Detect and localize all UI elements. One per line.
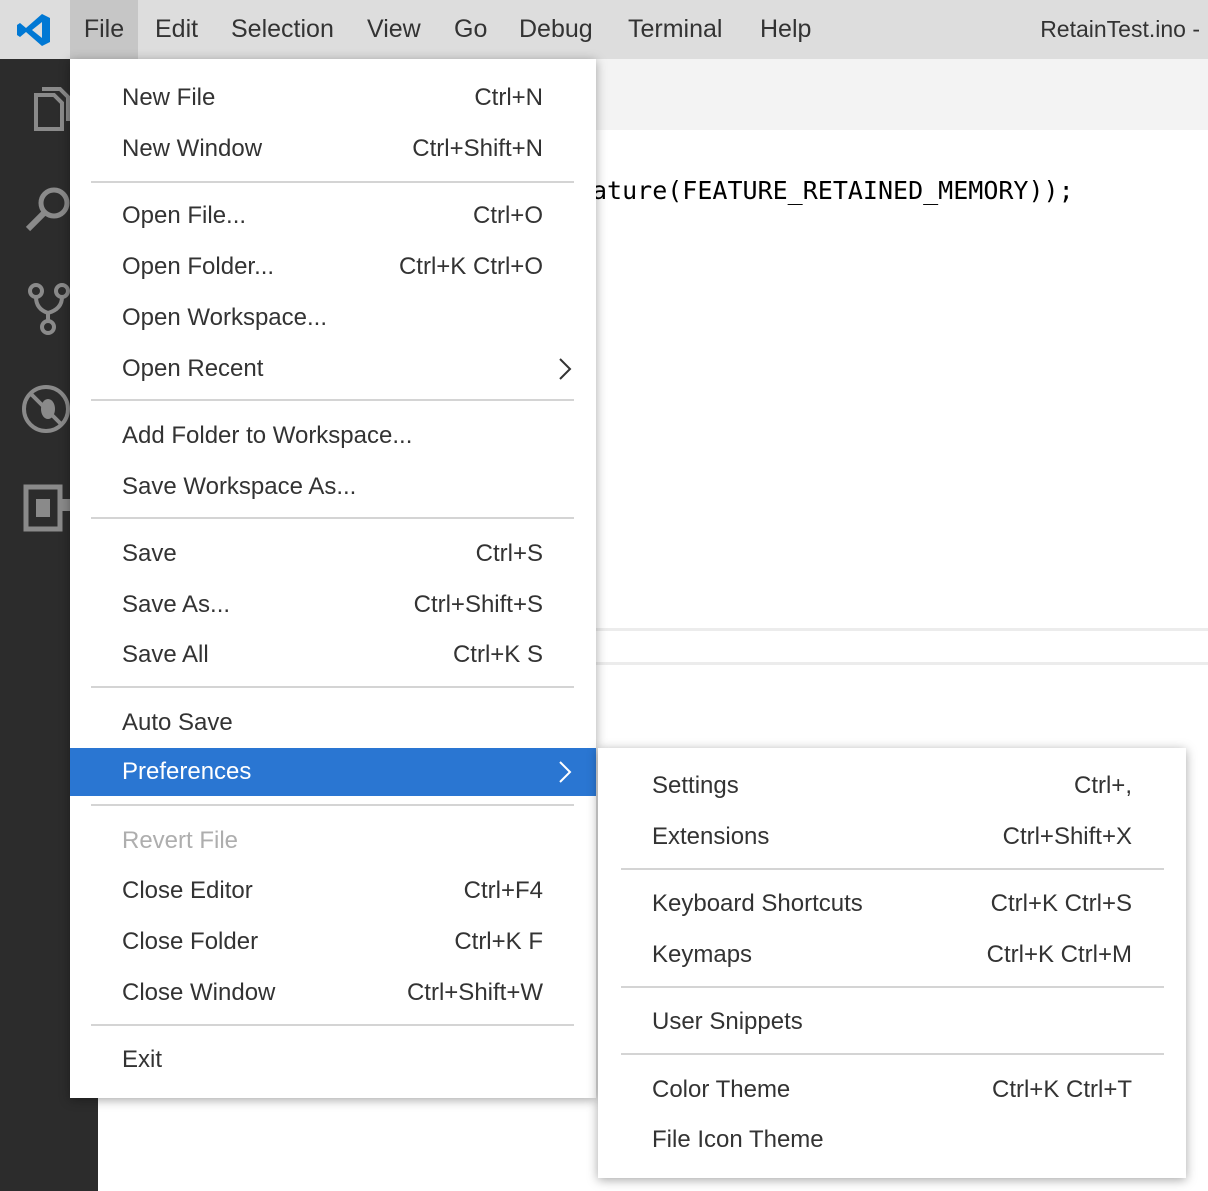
- menu-item-label: Auto Save: [122, 709, 233, 736]
- menu-item-shortcut: Ctrl+K Ctrl+S: [990, 890, 1132, 917]
- menu-debug[interactable]: Debug: [519, 0, 593, 59]
- menu-item-save-as[interactable]: Save As... Ctrl+Shift+S: [70, 580, 596, 630]
- menu-item-open-recent[interactable]: Open Recent: [70, 344, 596, 394]
- menu-item-label: New Window: [122, 135, 263, 162]
- menu-item-file-icon-theme[interactable]: File Icon Theme: [598, 1115, 1186, 1165]
- menu-item-open-workspace[interactable]: Open Workspace...: [70, 293, 596, 343]
- menu-separator: [91, 804, 574, 806]
- menu-item-label: Close Editor: [122, 877, 253, 904]
- menu-item-label: Save All: [122, 641, 209, 668]
- chevron-right-icon: [559, 358, 572, 380]
- menu-separator: [91, 399, 574, 401]
- menu-item-label: Revert File: [122, 827, 239, 854]
- preferences-submenu: Settings Ctrl+, Extensions Ctrl+Shift+X …: [598, 748, 1186, 1178]
- menu-item-shortcut: Ctrl+Shift+S: [413, 591, 543, 618]
- menu-item-new-window[interactable]: New Window Ctrl+Shift+N: [70, 124, 596, 174]
- menu-item-add-folder-to-workspace[interactable]: Add Folder to Workspace...: [70, 411, 596, 461]
- menu-separator: [91, 181, 574, 183]
- menu-item-shortcut: Ctrl+,: [1073, 772, 1132, 799]
- menu-item-shortcut: Ctrl+Shift+W: [406, 979, 543, 1006]
- menu-item-preferences[interactable]: Preferences: [70, 748, 596, 796]
- menu-item-label: Exit: [122, 1046, 163, 1073]
- menu-item-shortcut: Ctrl+K Ctrl+T: [991, 1076, 1132, 1103]
- panel-border: [596, 662, 1208, 665]
- menu-item-shortcut: Ctrl+K Ctrl+M: [986, 941, 1132, 968]
- menu-item-revert-file: Revert File: [70, 816, 596, 866]
- menu-item-label: User Snippets: [652, 1008, 803, 1035]
- menu-item-label: Add Folder to Workspace...: [122, 422, 413, 449]
- menu-item-label: Save: [122, 540, 177, 567]
- menu-item-color-theme[interactable]: Color Theme Ctrl+K Ctrl+T: [598, 1065, 1186, 1115]
- menu-item-label: Preferences: [122, 758, 252, 785]
- menu-item-user-snippets[interactable]: User Snippets: [598, 997, 1186, 1047]
- menu-item-label: New File: [122, 84, 216, 111]
- chevron-right-icon: [559, 761, 572, 783]
- menu-item-shortcut: Ctrl+S: [475, 540, 543, 567]
- menu-item-label: Save Workspace As...: [122, 473, 357, 500]
- code-line[interactable]: ature(FEATURE_RETAINED_MEMORY));: [592, 176, 1074, 205]
- menu-item-settings[interactable]: Settings Ctrl+,: [598, 761, 1186, 811]
- menu-item-save[interactable]: Save Ctrl+S: [70, 529, 596, 579]
- menu-separator: [621, 868, 1164, 870]
- menu-file[interactable]: File: [70, 0, 138, 59]
- menu-item-exit[interactable]: Exit: [70, 1035, 596, 1085]
- file-menu: New File Ctrl+N New Window Ctrl+Shift+N …: [70, 59, 596, 1098]
- menu-item-label: Extensions: [652, 823, 770, 850]
- menu-item-new-file[interactable]: New File Ctrl+N: [70, 73, 596, 123]
- menu-item-shortcut: Ctrl+K Ctrl+O: [398, 253, 543, 280]
- menu-help[interactable]: Help: [760, 0, 811, 59]
- menu-item-close-window[interactable]: Close Window Ctrl+Shift+W: [70, 968, 596, 1018]
- menu-item-shortcut: Ctrl+K S: [452, 641, 543, 668]
- window-title: RetainTest.ino -: [1040, 16, 1200, 42]
- menu-item-shortcut: Ctrl+F4: [463, 877, 543, 904]
- menu-item-keyboard-shortcuts[interactable]: Keyboard Shortcuts Ctrl+K Ctrl+S: [598, 879, 1186, 929]
- menu-item-save-workspace-as[interactable]: Save Workspace As...: [70, 462, 596, 512]
- menu-item-open-folder[interactable]: Open Folder... Ctrl+K Ctrl+O: [70, 242, 596, 292]
- menu-item-label: Keyboard Shortcuts: [652, 890, 863, 917]
- menu-edit[interactable]: Edit: [155, 0, 198, 59]
- menu-separator: [621, 1053, 1164, 1055]
- menu-item-label: Open File...: [122, 202, 247, 229]
- menu-item-shortcut: Ctrl+Shift+N: [412, 135, 543, 162]
- menu-item-label: Open Recent: [122, 355, 264, 382]
- menu-item-shortcut: Ctrl+Shift+X: [1002, 823, 1132, 850]
- menu-item-shortcut: Ctrl+O: [472, 202, 543, 229]
- menu-item-label: Close Window: [122, 979, 276, 1006]
- panel-divider: [596, 628, 1208, 631]
- menu-separator: [91, 1024, 574, 1026]
- menu-item-label: Open Folder...: [122, 253, 275, 280]
- menu-go[interactable]: Go: [454, 0, 487, 59]
- menu-separator: [91, 517, 574, 519]
- menu-item-label: File Icon Theme: [652, 1126, 824, 1153]
- menu-item-close-folder[interactable]: Close Folder Ctrl+K F: [70, 917, 596, 967]
- menu-selection[interactable]: Selection: [231, 0, 334, 59]
- menu-item-label: Settings: [652, 772, 739, 799]
- menu-item-shortcut: Ctrl+N: [474, 84, 543, 111]
- menu-item-close-editor[interactable]: Close Editor Ctrl+F4: [70, 866, 596, 916]
- menu-item-keymaps[interactable]: Keymaps Ctrl+K Ctrl+M: [598, 930, 1186, 980]
- menu-item-auto-save[interactable]: Auto Save: [70, 698, 596, 748]
- menu-item-extensions[interactable]: Extensions Ctrl+Shift+X: [598, 812, 1186, 862]
- menu-item-label: Save As...: [122, 591, 231, 618]
- menu-view[interactable]: View: [367, 0, 421, 59]
- menu-item-label: Color Theme: [652, 1076, 791, 1103]
- menu-item-shortcut: Ctrl+K F: [454, 928, 543, 955]
- menu-item-label: Keymaps: [652, 941, 753, 968]
- vscode-logo-icon[interactable]: [14, 10, 54, 50]
- menu-item-label: Close Folder: [122, 928, 259, 955]
- menu-separator: [91, 686, 574, 688]
- menu-item-save-all[interactable]: Save All Ctrl+K S: [70, 630, 596, 680]
- menu-separator: [621, 986, 1164, 988]
- menu-item-label: Open Workspace...: [122, 304, 327, 331]
- menu-bar: File Edit Selection View Go Debug Termin…: [0, 0, 1208, 59]
- menu-terminal[interactable]: Terminal: [628, 0, 722, 59]
- menu-item-open-file[interactable]: Open File... Ctrl+O: [70, 191, 596, 241]
